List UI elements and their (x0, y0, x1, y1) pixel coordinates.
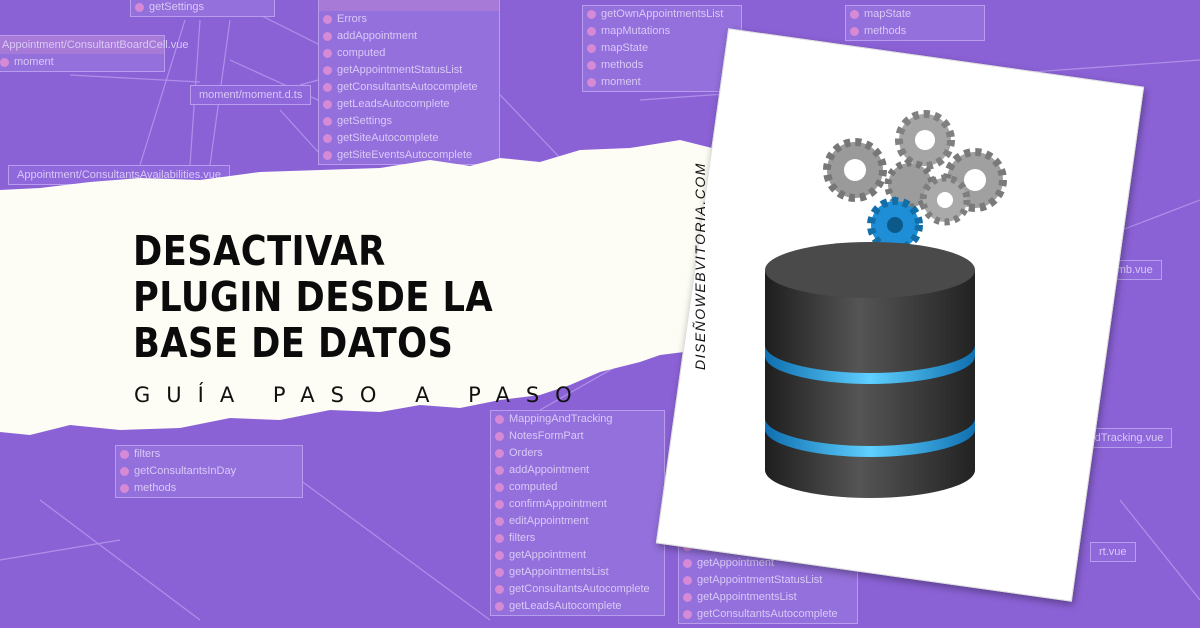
title-line: BASE DE DATOS (133, 319, 454, 367)
title-line: PLUGIN DESDE LA (133, 273, 494, 321)
page-title: DESACTIVAR PLUGIN DESDE LA BASE DE DATOS (133, 228, 493, 366)
gear-icon (823, 110, 1007, 226)
subtitle: GUÍA PASO A PASO (134, 383, 588, 407)
database-gears-illustration (765, 110, 1007, 498)
title-line: DESACTIVAR (133, 227, 386, 275)
site-url: DISEÑOWEBVITORIA.COM (692, 162, 708, 370)
diagram-file: rt.vue (1090, 542, 1136, 562)
blue-gear-icon (867, 197, 923, 253)
database-icon (765, 242, 975, 498)
